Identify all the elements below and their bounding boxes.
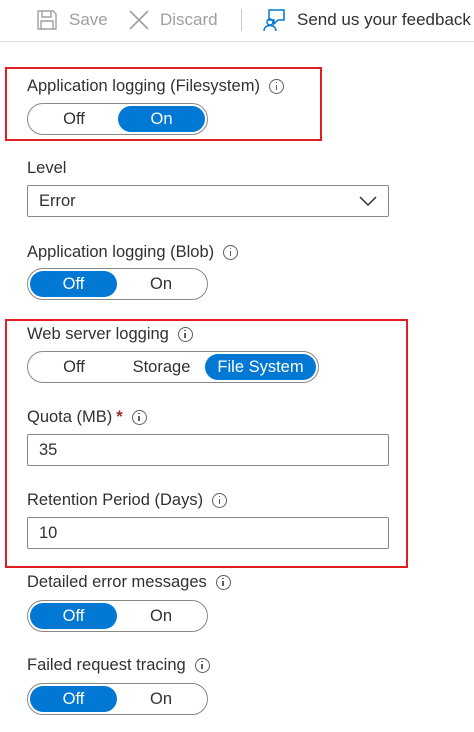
command-bar: Save Discard Send us your feedback — [0, 0, 474, 42]
app-logging-blob-off[interactable]: Off — [30, 271, 117, 297]
save-button[interactable]: Save — [36, 0, 108, 40]
discard-button[interactable]: Discard — [128, 0, 218, 40]
level-text: Level — [27, 158, 67, 177]
detailed-errors-on[interactable]: On — [117, 603, 205, 629]
level-dropdown[interactable]: Error — [27, 185, 389, 217]
feedback-label: Send us your feedback — [297, 10, 471, 29]
detailed-errors-label: Detailed error messages — [27, 571, 231, 593]
app-logging-blob-text: Application logging (Blob) — [27, 242, 215, 261]
level-label: Level — [27, 157, 66, 179]
app-logging-blob-toggle[interactable]: Off On — [27, 268, 208, 300]
failed-request-off[interactable]: Off — [30, 686, 117, 712]
failed-request-text: Failed request tracing — [27, 655, 186, 674]
toolbar-divider — [241, 9, 242, 31]
detailed-errors-off[interactable]: Off — [30, 603, 117, 629]
failed-request-label: Failed request tracing — [27, 654, 210, 676]
discard-label: Discard — [160, 10, 218, 29]
failed-request-on[interactable]: On — [117, 686, 205, 712]
close-icon — [128, 9, 150, 31]
chevron-down-icon — [358, 194, 378, 213]
save-icon — [36, 9, 58, 31]
failed-request-toggle[interactable]: Off On — [27, 683, 208, 715]
app-logging-blob-on[interactable]: On — [117, 271, 205, 297]
send-feedback-button[interactable]: Send us your feedback — [263, 0, 471, 40]
feedback-icon — [263, 8, 287, 32]
save-label: Save — [69, 10, 108, 29]
detailed-errors-toggle[interactable]: Off On — [27, 600, 208, 632]
highlight-box-filesystem — [5, 67, 322, 141]
detailed-errors-text: Detailed error messages — [27, 572, 207, 591]
level-value: Error — [39, 191, 76, 210]
info-icon[interactable] — [223, 244, 239, 260]
highlight-box-web-server — [5, 319, 408, 568]
info-icon[interactable] — [194, 657, 210, 673]
info-icon[interactable] — [215, 574, 231, 590]
app-logging-blob-label: Application logging (Blob) — [27, 241, 239, 263]
